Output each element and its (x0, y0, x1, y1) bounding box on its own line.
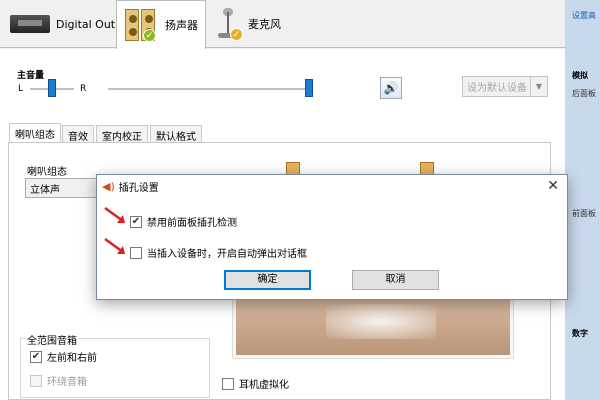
auto-popup-checkbox[interactable] (130, 246, 142, 259)
ok-button[interactable]: 确定 (224, 270, 311, 290)
sidebar-advanced-link[interactable]: 设置高 (572, 10, 596, 21)
tab-default-format[interactable]: 默认格式 (150, 125, 202, 143)
close-icon[interactable]: ✕ (547, 178, 559, 194)
auto-popup-option[interactable]: 当插入设备时，开启自动弹出对话框 (130, 245, 307, 260)
sidebar-digital-heading: 数字 (572, 329, 588, 338)
status-badge-icon: ✓ (230, 28, 243, 41)
full-range-group (20, 338, 210, 398)
headphone-virtualization-checkbox[interactable] (222, 377, 234, 390)
balance-left-label: L (18, 84, 24, 94)
volume-slider-thumb[interactable] (304, 79, 313, 97)
tab-microphone[interactable]: ✓ 麦克风 (208, 0, 287, 48)
tab-room-correction[interactable]: 室内校正 (96, 125, 148, 143)
tab-speaker-config[interactable]: 喇叭组态 (9, 123, 61, 143)
mute-button[interactable]: 🔊 (380, 77, 402, 99)
surround-option: 环绕音箱 (30, 373, 87, 388)
set-default-label: 设为默认设备 (467, 83, 527, 94)
surround-checkbox (30, 374, 42, 387)
annotation-arrow-icon (104, 237, 125, 254)
tab-speakers[interactable]: ✓ 扬声器 (116, 0, 206, 49)
right-sidebar: 设置高 模拟 后面板 前面板 数字 (565, 0, 600, 400)
full-range-label: 全范围音箱 (25, 332, 79, 347)
cancel-button[interactable]: 取消 (352, 270, 439, 290)
tab-sound-effects[interactable]: 音效 (62, 125, 94, 143)
balance-right-label: R (80, 84, 87, 94)
front-lr-checkbox[interactable]: ✔ (30, 350, 42, 363)
sidebar-analog-heading: 模拟 (572, 71, 588, 80)
tab-label: 麦克风 (248, 18, 281, 31)
dialog-title: 插孔设置 (118, 182, 159, 194)
microphone-icon: ✓ (214, 6, 243, 42)
speaker-icon: ✓ (123, 7, 159, 43)
room-visualization (233, 296, 513, 358)
annotation-arrow-icon (104, 206, 125, 223)
tab-label: 扬声器 (165, 19, 198, 32)
digital-output-icon (10, 15, 50, 33)
front-lr-option[interactable]: ✔ 左前和右前 (30, 349, 97, 364)
balance-slider-thumb[interactable] (48, 79, 56, 97)
headphone-virtualization-option[interactable]: 耳机虚拟化 (222, 376, 289, 391)
master-volume-label: 主音量 (17, 71, 45, 81)
chevron-down-icon[interactable]: ▼ (530, 77, 547, 96)
speaker-config-label: 喇叭组态 (27, 167, 67, 178)
sidebar-front-panel[interactable]: 前面板 (572, 208, 596, 219)
device-tab-bar: Digital Output ✓ 扬声器 ✓ 麦克风 (0, 0, 565, 49)
speaker-config-value: 立体声 (30, 185, 60, 196)
sidebar-rear-panel[interactable]: 后面板 (572, 88, 596, 99)
volume-slider-track[interactable] (108, 88, 313, 90)
disable-front-jack-option[interactable]: ✔ 禁用前面板插孔检测 (130, 214, 237, 229)
default-check-icon: ✓ (143, 29, 156, 42)
jack-settings-dialog: ◀) 插孔设置 ✕ ✔ 禁用前面板插孔检测 当插入设备时，开启自动弹出对话框 确… (96, 174, 568, 300)
dialog-title-bar: ◀) 插孔设置 (97, 175, 567, 197)
set-default-device-button[interactable]: 设为默认设备 ▼ (462, 76, 548, 97)
speaker-volume-icon: 🔊 (383, 81, 399, 95)
disable-front-jack-checkbox[interactable]: ✔ (130, 215, 142, 228)
speaker-title-icon: ◀) (102, 179, 115, 193)
